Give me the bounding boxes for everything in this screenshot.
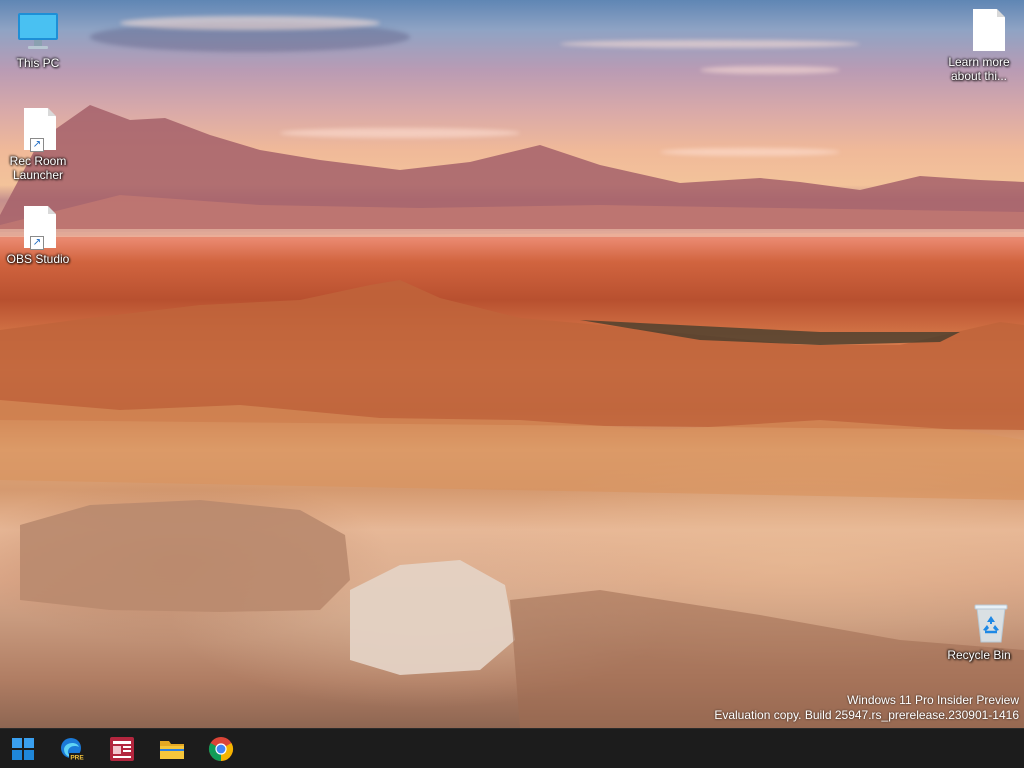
windows-start-icon xyxy=(12,738,34,760)
chrome-icon xyxy=(208,737,234,761)
shortcut-arrow-icon: ↗ xyxy=(30,236,44,250)
document-icon: ↗ xyxy=(16,206,60,250)
document-fold xyxy=(48,108,56,116)
taskbar-chrome[interactable] xyxy=(201,733,241,765)
document-icon: ↗ xyxy=(16,108,60,152)
desktop-icon-label: Learn more about thi... xyxy=(948,55,1010,83)
desktop-icon-rec-room-launcher[interactable]: ↗ Rec Room Launcher xyxy=(0,108,76,182)
desktop-icon-this-pc[interactable]: This PC xyxy=(0,10,76,70)
document-icon xyxy=(953,9,1005,53)
watermark-line-1: Windows 11 Pro Insider Preview xyxy=(847,693,1019,707)
desktop-icon-label: Rec Room Launcher xyxy=(9,154,67,182)
desktop-icon-obs-studio[interactable]: ↗ OBS Studio xyxy=(0,206,76,266)
shortcut-arrow-icon: ↗ xyxy=(30,138,44,152)
wallpaper-landscape xyxy=(0,105,1024,728)
news-app-icon xyxy=(110,737,134,761)
monitor-icon xyxy=(16,10,60,54)
desktop[interactable]: This PC ↗ Rec Room Launcher ↗ OBS Studio… xyxy=(0,0,1024,728)
taskbar: PRE xyxy=(0,728,1024,768)
taskbar-edge-beta[interactable]: PRE xyxy=(52,733,92,765)
edge-beta-icon: PRE xyxy=(61,738,85,762)
watermark-line-2: Evaluation copy. Build 25947.rs_prerelea… xyxy=(714,708,1019,722)
document-fold xyxy=(997,9,1005,17)
taskbar-file-explorer[interactable] xyxy=(152,733,192,765)
evaluation-watermark: Windows 11 Pro Insider Preview Evaluatio… xyxy=(714,693,1019,723)
document-fold xyxy=(48,206,56,214)
file-explorer-icon xyxy=(160,741,184,759)
taskbar-news-app[interactable] xyxy=(102,733,142,765)
recycle-bin-icon xyxy=(953,602,1008,646)
desktop-icon-label: OBS Studio xyxy=(6,252,70,266)
desktop-icon-recycle-bin[interactable]: Recycle Bin xyxy=(937,602,1013,662)
start-button[interactable] xyxy=(3,733,43,765)
edge-beta-badge: PRE xyxy=(70,755,84,762)
desktop-icon-label: Recycle Bin xyxy=(947,648,1011,662)
desktop-icon-learn-more[interactable]: Learn more about thi... xyxy=(937,9,1013,83)
desktop-icon-label: This PC xyxy=(16,56,60,70)
